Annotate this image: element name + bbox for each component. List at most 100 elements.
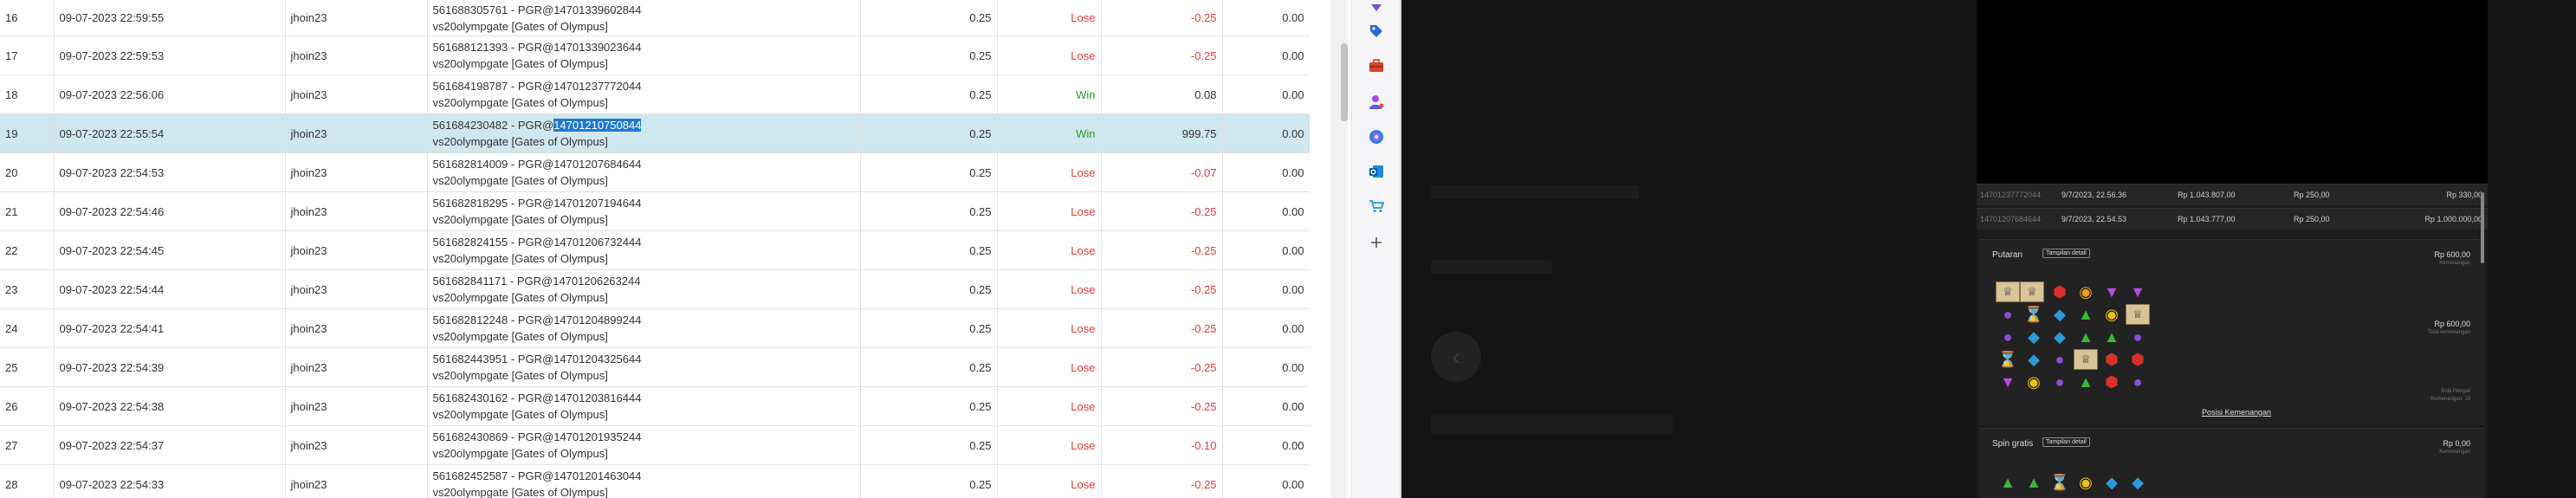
detail-view-button[interactable]: Tampilan detail	[2042, 437, 2090, 447]
amount-cell-text: -0.25	[1190, 399, 1217, 413]
reference-id-line: 561682443951 - PGR@14701204325644	[432, 352, 642, 365]
round-id[interactable]: 14701201463044	[553, 469, 641, 482]
purple-gem-icon: ▼	[2000, 372, 2016, 391]
table-row[interactable]: 25 09-07-2023 22:54:39 jhoin23 561682443951…	[0, 347, 1310, 387]
reference-cell[interactable]: 561682824155 - PGR@14701206732444 vs20oly…	[427, 230, 861, 270]
result-cell: Lose	[997, 386, 1102, 426]
table-row[interactable]: 27 09-07-2023 22:54:37 jhoin23 561682430869…	[0, 425, 1310, 465]
table-scrollbar-thumb[interactable]	[1341, 43, 1348, 121]
round-id[interactable]: 14701204899244	[553, 314, 641, 327]
date-cell-text: 09-07-2023 22:54:37	[59, 438, 165, 452]
reference-cell[interactable]: 561688305761 - PGR@14701339602844 vs20oly…	[427, 0, 861, 36]
balance-cell: 0.00	[1222, 0, 1310, 36]
row-number-cell-text: 24	[5, 321, 18, 335]
green-gem-icon: ▲	[2078, 372, 2094, 391]
row-number-cell: 21	[0, 191, 55, 231]
bet-id: 561682430162	[432, 391, 508, 404]
spin-win-label: Kemenangan	[2439, 261, 2470, 266]
reference-cell[interactable]: 561682818295 - PGR@14701207194644 vs20oly…	[427, 191, 861, 231]
amount-cell-text: -0.07	[1190, 165, 1217, 179]
row-number-cell: 16	[0, 0, 55, 36]
round-id[interactable]: 14701339023644	[553, 41, 641, 54]
row-number-cell: 22	[0, 230, 55, 270]
pgr-prefix: PGR@	[517, 41, 554, 54]
game-preview	[1977, 0, 2488, 184]
table-row[interactable]: 23 09-07-2023 22:54:44 jhoin23 561682841171…	[0, 269, 1310, 309]
pgr-prefix: PGR@	[517, 352, 554, 365]
row-number-cell: 26	[0, 386, 55, 426]
round-id[interactable]: 14701207194644	[553, 197, 641, 210]
sidebar-edge-icon[interactable]	[1368, 0, 1385, 17]
round-id[interactable]: 14701204325644	[553, 352, 641, 365]
detail-view-button[interactable]: Tampilan detail	[2042, 249, 2090, 258]
reference-id-line: 561682452587 - PGR@14701201463044	[432, 469, 642, 482]
history-row-balance: Rp 1.043.777,00	[2178, 215, 2236, 223]
round-id[interactable]: 14701206263244	[553, 275, 640, 288]
purple-gem-icon: ●	[2055, 350, 2065, 368]
game-name: vs20olympgate [Gates of Olympus]	[432, 369, 608, 382]
reference-cell[interactable]: 561682443951 - PGR@14701204325644 vs20oly…	[427, 347, 861, 387]
reference-cell[interactable]: 561682430869 - PGR@14701201935244 vs20oly…	[427, 425, 861, 465]
reference-cell[interactable]: 561682841171 - PGR@14701206263244 vs20oly…	[427, 269, 861, 309]
game-name: vs20olympgate [Gates of Olympus]	[432, 174, 608, 187]
row-number-cell: 25	[0, 347, 55, 387]
total-win-label: Total kemenangan	[2427, 330, 2470, 335]
date-cell-text: 09-07-2023 22:54:46	[59, 204, 165, 218]
toolbox-icon[interactable]	[1368, 57, 1385, 74]
purple-gem-icon: ●	[2003, 327, 2013, 346]
username-cell-text: jhoin23	[290, 87, 327, 101]
balance-cell-text: 0.00	[1282, 477, 1304, 491]
table-row[interactable]: 26 09-07-2023 22:54:38 jhoin23 561682430162…	[0, 386, 1310, 426]
copilot-icon[interactable]	[1368, 128, 1385, 146]
round-id[interactable]: 14701206732444	[553, 236, 641, 249]
reference-cell[interactable]: 561682812248 - PGR@14701204899244 vs20oly…	[427, 308, 861, 348]
red-gem-icon: ⬢	[2053, 282, 2067, 301]
reference-cell[interactable]: 561684230482 - PGR@14701210750844 vs20oly…	[427, 113, 861, 153]
table-row[interactable]: 16 09-07-2023 22:59:55 jhoin23 561688305761…	[0, 0, 1310, 36]
table-row[interactable]: 24 09-07-2023 22:54:41 jhoin23 561682812248…	[0, 308, 1310, 348]
date-cell: 09-07-2023 22:56:06	[54, 74, 286, 114]
round-id[interactable]: 14701201935244	[553, 430, 641, 443]
round-id[interactable]: 14701203816444	[553, 391, 641, 404]
total-win-value: Rp 600,00	[2434, 320, 2470, 328]
date-cell-text: 09-07-2023 22:54:33	[59, 477, 165, 491]
round-id[interactable]: 14701339602844	[553, 3, 641, 16]
table-row[interactable]: 19 09-07-2023 22:55:54 jhoin23 561684230482…	[0, 113, 1310, 153]
reference-cell[interactable]: 561682452587 - PGR@14701201463044 vs20oly…	[427, 464, 861, 498]
tag-icon[interactable]	[1368, 23, 1385, 40]
outlook-icon[interactable]	[1368, 163, 1385, 180]
balance-cell: 0.00	[1222, 191, 1310, 231]
table-row[interactable]: 21 09-07-2023 22:54:46 jhoin23 561682818295…	[0, 191, 1310, 231]
table-row[interactable]: 17 09-07-2023 22:59:53 jhoin23 561688121393…	[0, 36, 1310, 75]
amount-cell-text: -0.25	[1190, 11, 1217, 24]
history-scrollbar[interactable]	[2481, 192, 2484, 263]
reference-cell[interactable]: 561682430162 - PGR@14701203816444 vs20oly…	[427, 386, 861, 426]
stake-cell-text: 0.25	[969, 399, 992, 413]
stake-cell-text: 0.25	[969, 360, 992, 374]
table-row[interactable]: 22 09-07-2023 22:54:45 jhoin23 561682824155…	[0, 230, 1310, 270]
purple-gem-icon: ●	[2133, 372, 2143, 391]
amount-cell-text: -0.25	[1190, 282, 1217, 296]
cart-icon[interactable]	[1368, 197, 1385, 215]
history-row[interactable]: 14701237772044 9/7/2023, 22.56.36 Rp 1.0…	[1977, 184, 2488, 205]
username-cell: jhoin23	[285, 113, 428, 153]
round-id[interactable]: 14701207684644	[553, 158, 641, 171]
reference-cell[interactable]: 561688121393 - PGR@14701339023644 vs20oly…	[427, 36, 861, 75]
person-icon[interactable]	[1368, 94, 1385, 111]
purple-gem-icon: ●	[2003, 305, 2013, 323]
round-id[interactable]: 14701237772044	[553, 80, 641, 93]
balance-cell-text: 0.00	[1282, 243, 1304, 257]
reference-cell[interactable]: 561684198787 - PGR@14701237772044 vs20oly…	[427, 74, 861, 114]
table-row[interactable]: 28 09-07-2023 22:54:33 jhoin23 561682452587…	[0, 464, 1310, 498]
table-row[interactable]: 18 09-07-2023 22:56:06 jhoin23 561684198787…	[0, 74, 1310, 114]
reference-id-line: 561688305761 - PGR@14701339602844	[432, 3, 642, 16]
history-row[interactable]: 14701207684644 9/7/2023, 22.54.53 Rp 1.0…	[1977, 208, 2488, 230]
round-id[interactable]: 14701210750844	[553, 119, 642, 132]
date-cell-text: 09-07-2023 22:54:44	[59, 282, 165, 296]
reference-cell[interactable]: 561682814009 - PGR@14701207684644 vs20oly…	[427, 152, 861, 192]
win-position-link[interactable]: Posisi Kemenangan	[2202, 408, 2271, 417]
pgr-prefix: PGR@	[517, 430, 554, 443]
plus-icon[interactable]	[1368, 234, 1385, 251]
username-cell-text: jhoin23	[290, 438, 327, 452]
table-row[interactable]: 20 09-07-2023 22:54:53 jhoin23 561682814009…	[0, 152, 1310, 192]
